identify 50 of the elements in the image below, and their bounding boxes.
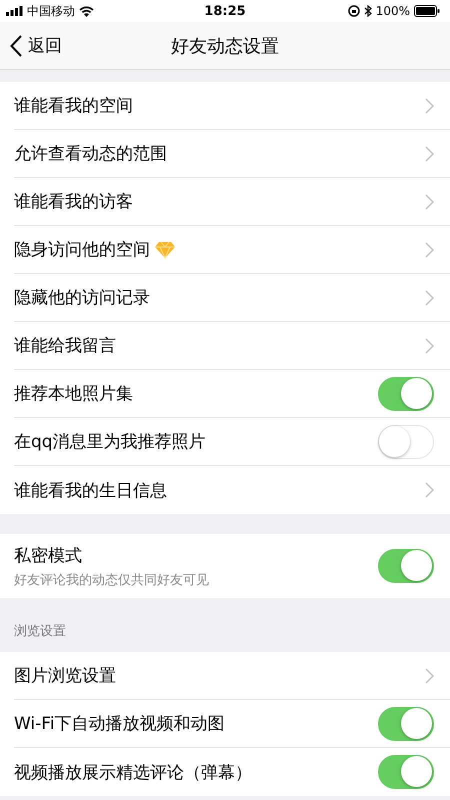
rotation-lock-icon — [348, 5, 360, 17]
row-subtitle: 好友评论我的动态仅共同好友可见 — [14, 572, 209, 588]
clock: 18:25 — [204, 4, 246, 18]
row-label: 推荐本地照片集 — [14, 383, 133, 405]
back-button[interactable]: 返回 — [0, 34, 72, 57]
settings-row[interactable]: 谁能看我的访客 — [14, 178, 450, 226]
battery-percent: 100% — [376, 4, 410, 18]
settings-row[interactable]: 视频播放展示精选评论（弹幕） — [14, 748, 450, 796]
settings-row[interactable]: 在qq消息里为我推荐照片 — [14, 418, 450, 466]
row-label: 私密模式 — [14, 544, 82, 566]
row-label: 图片浏览设置 — [14, 665, 116, 687]
settings-row[interactable]: Wi-Fi下自动播放视频和动图 — [14, 700, 450, 748]
chevron-right-icon — [425, 98, 434, 114]
chevron-right-icon — [425, 482, 434, 498]
settings-row[interactable]: 允许查看动态的范围 — [14, 130, 450, 178]
section-title: 浏览设置 — [14, 623, 66, 640]
chevron-right-icon — [425, 290, 434, 306]
chevron-right-icon — [425, 668, 434, 684]
settings-row[interactable]: 谁能给我留言 — [14, 322, 450, 370]
carrier: 中国移动 — [27, 2, 75, 20]
settings-row[interactable]: 隐身访问他的空间 — [14, 226, 450, 274]
settings-row[interactable]: 隐藏他的访问记录 — [14, 274, 450, 322]
row-label: 隐藏他的访问记录 — [14, 287, 150, 309]
toggle-switch[interactable] — [378, 549, 434, 583]
settings-row[interactable]: 谁能看我的生日信息 — [14, 466, 450, 514]
row-label: 谁能看我的生日信息 — [14, 480, 167, 502]
toggle-switch[interactable] — [378, 706, 434, 740]
chevron-right-icon — [425, 194, 434, 210]
chevron-right-icon — [425, 338, 434, 354]
toggle-switch[interactable] — [378, 376, 434, 410]
row-label: 谁能看我的空间 — [14, 95, 133, 117]
page-title: 好友动态设置 — [171, 34, 279, 58]
row-label: 隐身访问他的空间 — [14, 239, 150, 261]
settings-row[interactable]: 图片浏览设置 — [14, 652, 450, 700]
row-label: 允许查看动态的范围 — [14, 143, 167, 165]
signal-icon — [6, 6, 23, 16]
row-label: Wi-Fi下自动播放视频和动图 — [14, 713, 225, 735]
row-label: 在qq消息里为我推荐照片 — [14, 431, 206, 453]
row-label: 视频播放展示精选评论（弹幕） — [14, 762, 252, 784]
bluetooth-icon — [364, 5, 372, 17]
battery-icon — [414, 5, 440, 17]
settings-row[interactable]: 谁能看我的空间 — [14, 82, 450, 130]
toggle-switch[interactable] — [378, 755, 434, 789]
settings-row[interactable]: 推荐本地照片集 — [14, 370, 450, 418]
row-label: 谁能给我留言 — [14, 335, 116, 357]
chevron-left-icon — [10, 34, 22, 56]
wifi-icon — [79, 6, 94, 16]
row-label: 谁能看我的访客 — [14, 191, 133, 213]
chevron-right-icon — [425, 146, 434, 162]
chevron-right-icon — [425, 242, 434, 258]
